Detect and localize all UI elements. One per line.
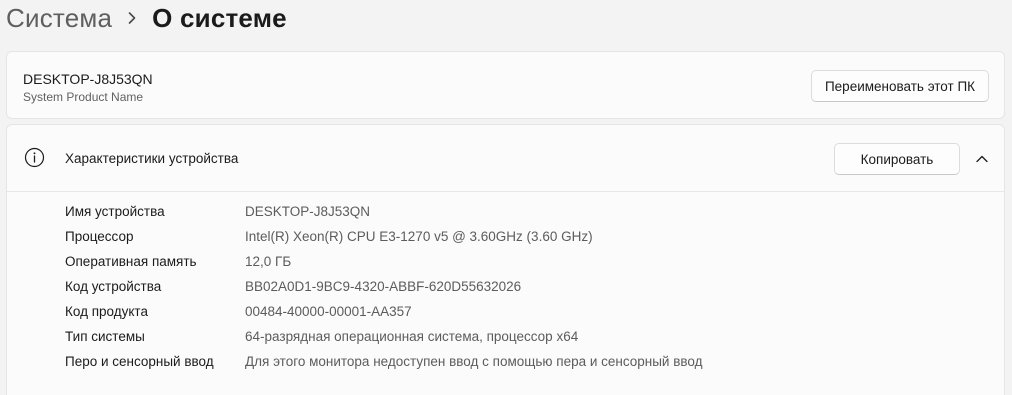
spec-label: Код продукта xyxy=(65,304,148,319)
rename-pc-button[interactable]: Переименовать этот ПК xyxy=(811,70,989,102)
device-name-card: DESKTOP-J8J53QN System Product Name Пере… xyxy=(6,51,1005,119)
spec-value: Intel(R) Xeon(R) CPU E3-1270 v5 @ 3.60GH… xyxy=(245,229,593,244)
spec-value: 64-разрядная операционная система, проце… xyxy=(245,329,579,344)
spec-value: DESKTOP-J8J53QN xyxy=(245,204,371,219)
spec-label: Процессор xyxy=(65,229,134,244)
spec-value: BB02A0D1-9BC9-4320-ABBF-620D55632026 xyxy=(245,279,522,294)
device-model: System Product Name xyxy=(23,90,144,104)
spec-row-pen-touch: Перо и сенсорный ввод Для этого монитора… xyxy=(7,349,1004,374)
spec-label: Оперативная память xyxy=(65,254,197,269)
spec-row-device-name: Имя устройства DESKTOP-J8J53QN xyxy=(7,199,1004,224)
spec-row-ram: Оперативная память 12,0 ГБ xyxy=(7,249,1004,274)
spec-row-processor: Процессор Intel(R) Xeon(R) CPU E3-1270 v… xyxy=(7,224,1004,249)
spec-row-product-id: Код продукта 00484-40000-00001-AA357 xyxy=(7,299,1004,324)
spec-value: 12,0 ГБ xyxy=(245,254,292,269)
chevron-up-icon[interactable] xyxy=(974,151,990,167)
breadcrumb: Система О системе xyxy=(6,0,287,36)
device-specs-card: Характеристики устройства Копировать Имя… xyxy=(6,124,1005,395)
about-page: Система О системе DESKTOP-J8J53QN System… xyxy=(0,0,1012,395)
page-title: О системе xyxy=(152,2,287,33)
device-name: DESKTOP-J8J53QN xyxy=(23,71,153,87)
device-specs-header[interactable]: Характеристики устройства Копировать xyxy=(7,125,1004,192)
spec-row-system-type: Тип системы 64-разрядная операционная си… xyxy=(7,324,1004,349)
spec-value: 00484-40000-00001-AA357 xyxy=(245,304,412,319)
device-specs-title: Характеристики устройства xyxy=(65,151,239,166)
spec-value: Для этого монитора недоступен ввод с пом… xyxy=(245,354,703,369)
breadcrumb-system-link[interactable]: Система xyxy=(6,3,112,34)
spec-label: Имя устройства xyxy=(65,204,165,219)
chevron-right-icon xyxy=(112,11,152,25)
spec-row-device-id: Код устройства BB02A0D1-9BC9-4320-ABBF-6… xyxy=(7,274,1004,299)
spec-label: Тип системы xyxy=(65,329,145,344)
info-icon xyxy=(24,147,45,168)
copy-button[interactable]: Копировать xyxy=(834,143,960,175)
spec-label: Код устройства xyxy=(65,279,162,294)
spec-label: Перо и сенсорный ввод xyxy=(65,354,214,369)
